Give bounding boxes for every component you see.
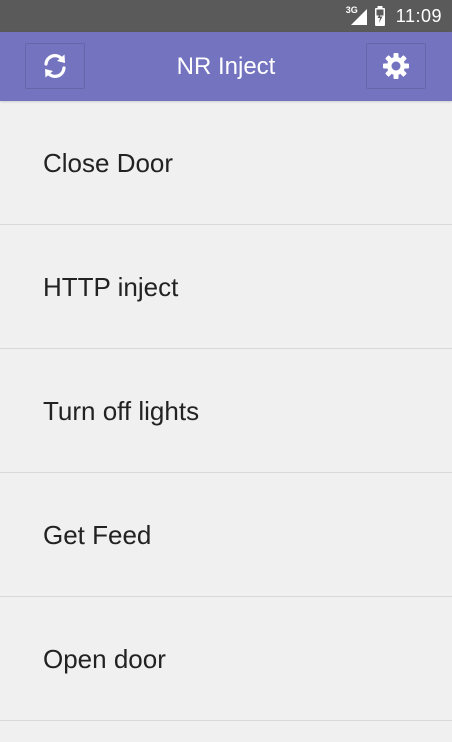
battery-icon xyxy=(374,6,385,26)
list-item-label: Close Door xyxy=(43,148,174,178)
list-item-turn-off-lights[interactable]: Turn off lights xyxy=(0,349,452,473)
app-bar: NR Inject xyxy=(0,32,452,101)
list-item-http-inject[interactable]: HTTP inject xyxy=(0,225,452,349)
list-item-label: HTTP inject xyxy=(43,272,179,302)
list-item-close-door[interactable]: Close Door xyxy=(0,101,452,225)
list-item-label: Turn off lights xyxy=(43,396,200,426)
gear-icon xyxy=(383,53,409,79)
settings-button[interactable] xyxy=(366,43,426,89)
list-item-label: Open door xyxy=(43,644,166,674)
inject-list: Close Door HTTP inject Turn off lights G… xyxy=(0,101,452,721)
signal-icon: 3G xyxy=(346,5,368,25)
list-item-get-feed[interactable]: Get Feed xyxy=(0,473,452,597)
status-bar: 3G 11:09 xyxy=(0,0,452,32)
list-item-label: Get Feed xyxy=(43,520,152,550)
status-icons: 3G 11:09 xyxy=(346,0,442,32)
clock: 11:09 xyxy=(395,5,442,26)
list-item-open-door[interactable]: Open door xyxy=(0,597,452,721)
